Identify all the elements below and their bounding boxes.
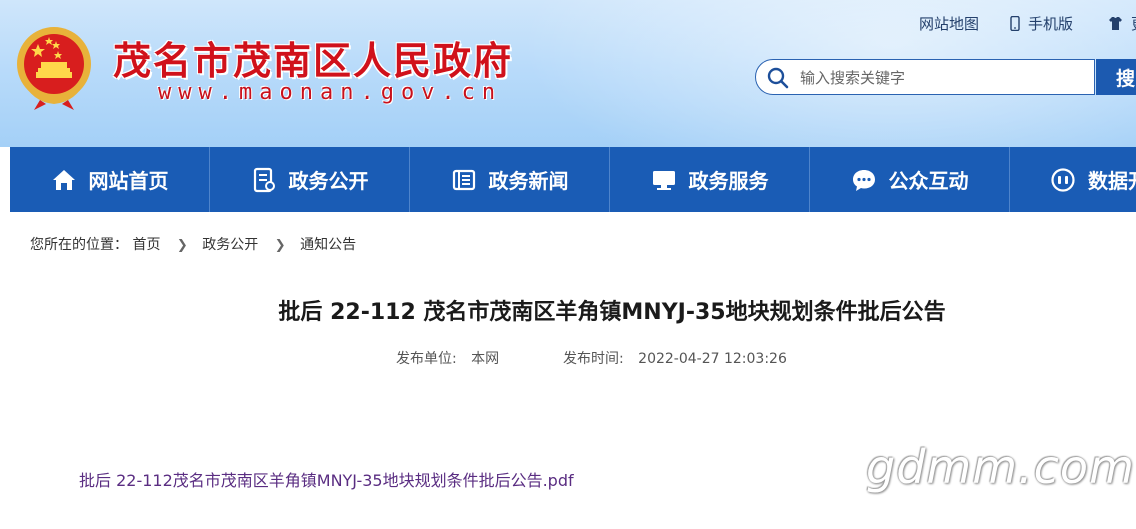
nav-item-services[interactable]: 政务服务 [610,147,810,212]
publish-time-value: 2022-04-27 12:03:26 [638,351,787,367]
national-emblem-icon [17,27,91,110]
document-list-icon [253,167,275,192]
third-top-link-label: 更 [1131,13,1136,34]
mobile-phone-icon [1010,16,1020,31]
shirt-icon [1109,17,1122,30]
nav-item-interaction[interactable]: 公众互动 [810,147,1010,212]
chat-icon [852,169,875,191]
publish-time-label: 发布时间: [563,351,624,367]
breadcrumb-home-link[interactable]: 首页 [132,237,160,253]
third-top-link[interactable]: 更 [1108,13,1136,34]
nav-item-data[interactable]: 数据开 [1010,147,1136,212]
watermark: gdmm.com [866,440,1135,494]
main-nav: 网站首页 政务公开 政务新闻 政务服务 公众互动 数据 [10,147,1136,212]
site-header: 茂名市茂南区人民政府 www.maonan.gov.cn 网站地图 手机版 更 … [0,0,1136,147]
nav-item-label: 公众互动 [888,169,969,193]
search-icon [767,67,789,89]
search-button[interactable]: 搜 [1096,59,1136,95]
site-url: www.maonan.gov.cn [158,80,503,105]
nav-item-label: 政务公开 [288,169,369,193]
publish-time-meta: 发布时间: 2022-04-27 12:03:26 [563,348,787,368]
attachment-pdf-link[interactable]: 批后 22-112茂名市茂南区羊角镇MNYJ-35地块规划条件批后公告.pdf [79,467,574,491]
site-title: 茂名市茂南区人民政府 [113,38,514,83]
publisher-meta: 发布单位: 本网 [396,348,499,368]
sitemap-link[interactable]: 网站地图 [919,13,979,34]
nav-item-label: 数据开 [1088,169,1136,193]
breadcrumb: 您所在的位置： 首页 ❯ 政务公开 ❯ 通知公告 [30,234,356,254]
data-icon [1051,167,1075,192]
top-links: 网站地图 手机版 更 [0,13,1136,33]
search-input[interactable] [798,64,1092,92]
publisher-value: 本网 [471,351,500,367]
nav-item-label: 政务新闻 [488,169,569,193]
nav-item-news[interactable]: 政务新闻 [410,147,610,212]
nav-item-home[interactable]: 网站首页 [10,147,210,212]
chevron-right-icon: ❯ [176,238,188,253]
article-title: 批后 22-112 茂名市茂南区羊角镇MNYJ-35地块规划条件批后公告 [278,300,946,325]
nav-item-government-affairs[interactable]: 政务公开 [210,147,410,212]
mobile-version-label: 手机版 [1028,15,1074,33]
nav-item-label: 政务服务 [688,169,769,193]
breadcrumb-government-affairs-link[interactable]: 政务公开 [202,237,258,253]
nav-item-label: 网站首页 [88,169,169,193]
breadcrumb-notices-link[interactable]: 通知公告 [300,237,356,253]
chevron-right-icon: ❯ [274,238,286,253]
mobile-version-link[interactable]: 手机版 [1010,13,1073,34]
breadcrumb-prefix: 您所在的位置： [30,237,128,253]
search-box [755,59,1095,95]
home-icon [52,169,75,190]
sitemap-label: 网站地图 [919,15,980,33]
monitor-icon [652,170,675,190]
publisher-label: 发布单位: [396,351,457,367]
news-icon [452,169,475,190]
